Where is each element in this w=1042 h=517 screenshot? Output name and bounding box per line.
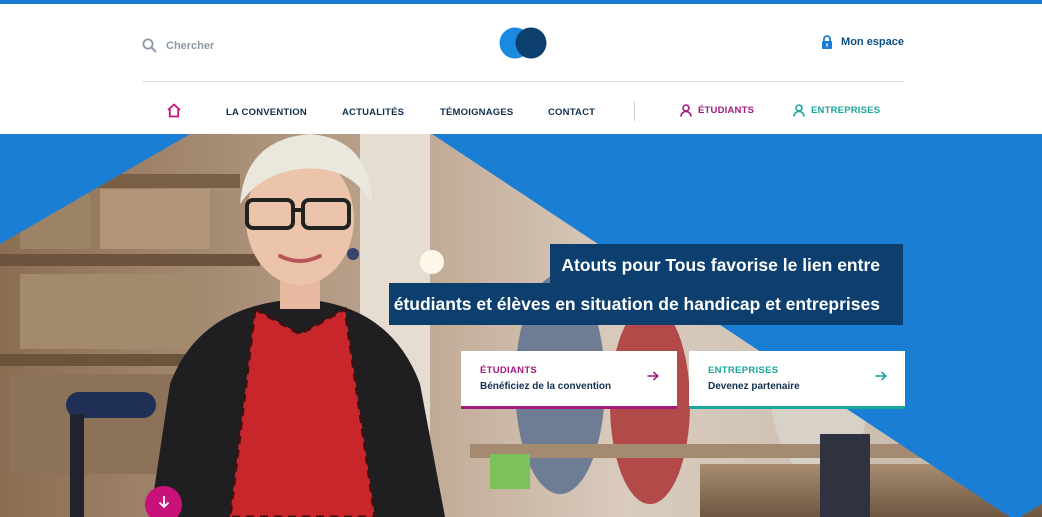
nav-etudiants-label: ÉTUDIANTS [698,105,755,116]
search-field[interactable]: Chercher [142,38,214,53]
home-icon[interactable] [166,103,182,118]
lock-icon [822,35,833,49]
scroll-down-button[interactable] [145,486,182,517]
hero-blue-shape [0,134,1042,517]
user-icon [680,104,692,117]
search-icon [142,38,157,53]
hero-headline-line2: étudiants et élèves en situation de hand… [389,283,903,325]
header-divider [142,81,904,82]
account-link[interactable]: Mon espace [821,35,904,49]
nav-item-entreprises[interactable]: ENTREPRISES [793,104,880,117]
account-label: Mon espace [841,36,904,48]
main-nav: LA CONVENTION ACTUALITÉS TÉMOIGNAGES CON… [0,97,1042,127]
nav-item-temoignages[interactable]: TÉMOIGNAGES [440,107,513,118]
nav-item-etudiants[interactable]: ÉTUDIANTS [680,104,754,117]
nav-separator [634,101,635,121]
nav-item-contact[interactable]: CONTACT [548,107,595,118]
students-card[interactable]: ÉTUDIANTS Bénéficiez de la convention [461,351,677,409]
arrow-right-icon [875,371,887,381]
arrow-down-icon [158,496,169,509]
site-header: Chercher Mon espace LA CONVENTION ACTUAL… [0,4,1042,134]
nav-entreprises-label: ENTREPRISES [811,105,881,116]
companies-card-subtitle: Devenez partenaire [708,381,800,392]
search-input[interactable]: Chercher [166,40,214,52]
site-logo[interactable] [499,26,549,60]
hero-headline-line1: Atouts pour Tous favorise le lien entre [550,244,903,286]
hero-banner: Atouts pour Tous favorise le lien entre … [0,134,1042,517]
arrow-right-icon [647,371,659,381]
nav-item-la-convention[interactable]: LA CONVENTION [226,107,307,118]
user-icon [793,104,805,117]
students-card-subtitle: Bénéficiez de la convention [480,381,612,392]
nav-item-actualites[interactable]: ACTUALITÉS [342,107,404,118]
companies-card[interactable]: ENTREPRISES Devenez partenaire [689,351,905,409]
